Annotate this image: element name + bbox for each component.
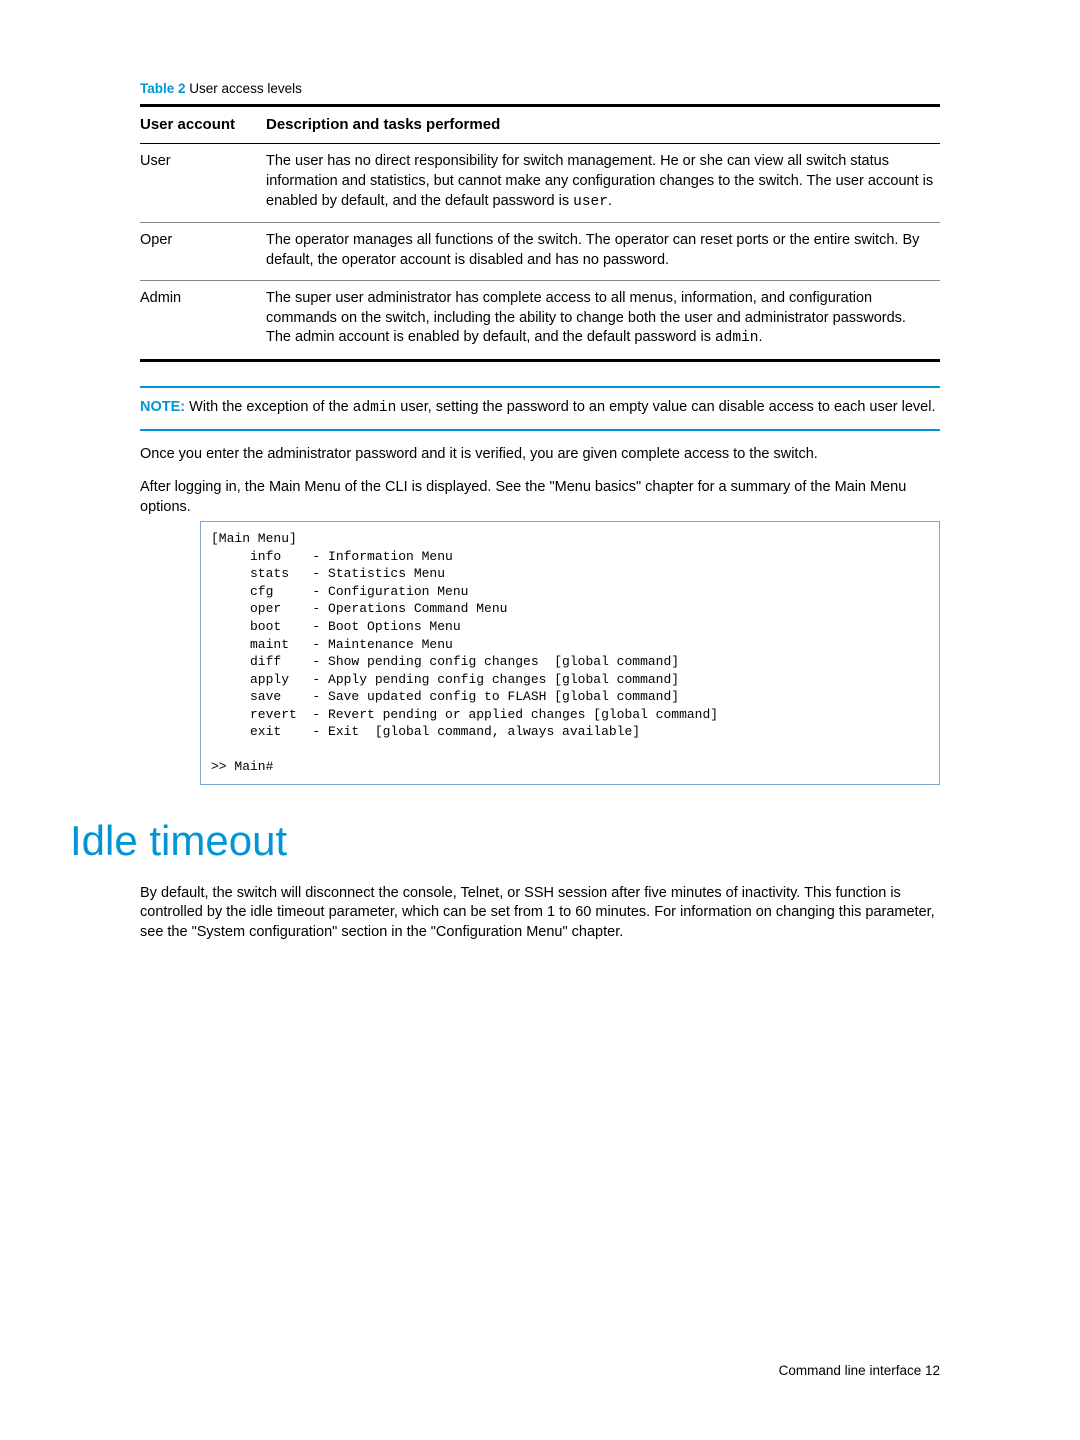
note-block: NOTE: With the exception of the admin us… [140,386,940,431]
cell-desc: The operator manages all functions of th… [266,223,940,281]
section-heading: Idle timeout [70,813,940,870]
table-caption: Table 2 User access levels [140,80,940,98]
table-row: Admin The super user administrator has c… [140,281,940,361]
table-header-desc: Description and tasks performed [266,106,940,144]
table-caption-text: User access levels [189,81,302,96]
note-label: NOTE: [140,399,185,415]
cell-desc: The super user administrator has complet… [266,281,940,361]
table-row: User The user has no direct responsibili… [140,144,940,223]
table-header-account: User account [140,106,266,144]
paragraph: After logging in, the Main Menu of the C… [140,478,940,517]
user-access-table: User account Description and tasks perfo… [140,104,940,362]
cell-account: Oper [140,223,266,281]
note-code: admin [353,400,397,416]
table-caption-label: Table 2 [140,81,186,96]
cli-output: [Main Menu] info - Information Menu stat… [200,521,940,785]
note-text-prefix: With the exception of the [189,399,353,415]
page-footer: Command line interface 12 [779,1362,940,1380]
cell-desc: The user has no direct responsibility fo… [266,144,940,223]
cell-account: Admin [140,281,266,361]
table-row: Oper The operator manages all functions … [140,223,940,281]
paragraph: By default, the switch will disconnect t… [140,884,940,943]
paragraph: Once you enter the administrator passwor… [140,445,940,465]
note-text-suffix: user, setting the password to an empty v… [396,399,935,415]
cell-account: User [140,144,266,223]
